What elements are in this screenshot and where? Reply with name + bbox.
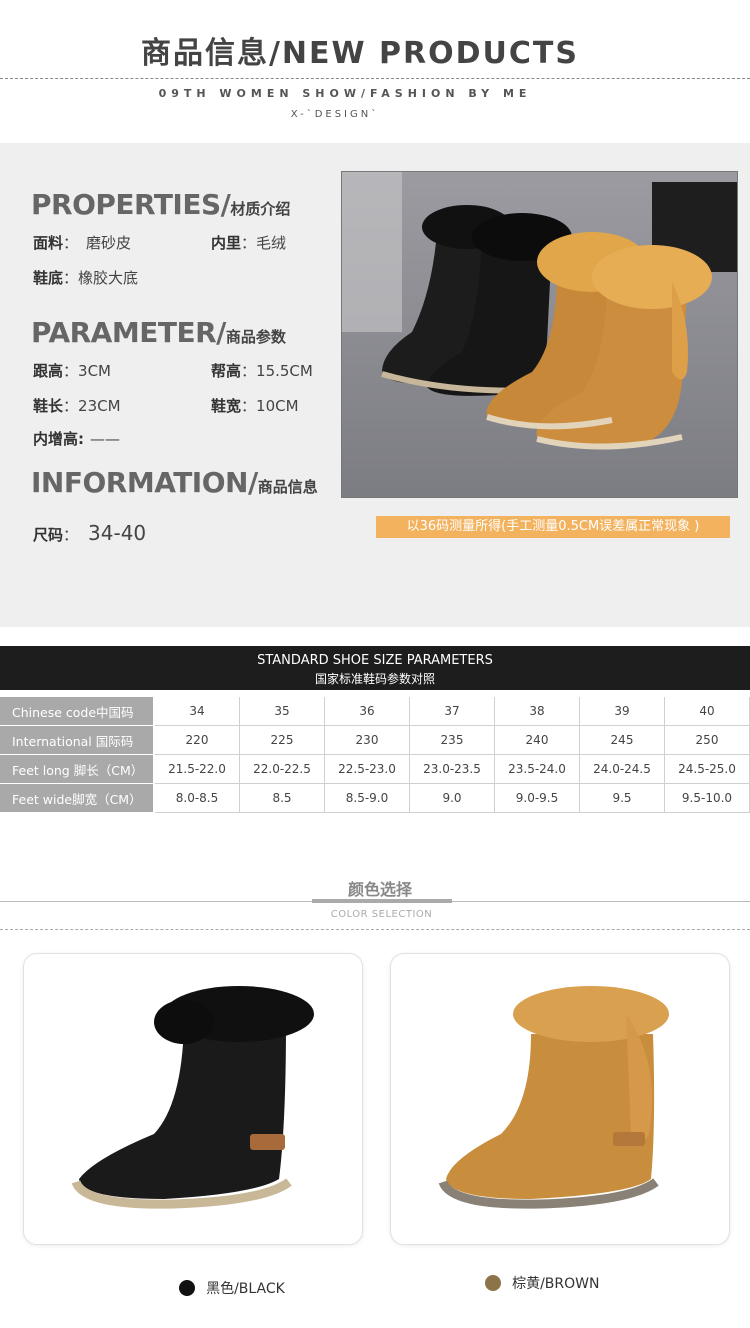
table-cell: 21.5-22.0: [155, 755, 240, 784]
information-heading: INFORMATION/商品信息: [31, 466, 318, 499]
width-row: 鞋宽：10CM: [211, 397, 299, 415]
table-cell: 220: [155, 726, 240, 755]
heel-height-row: 跟高：3CM: [33, 362, 111, 380]
table-row: Feet long 脚长（CM） 21.5-22.0 22.0-22.5 22.5-2…: [0, 755, 750, 784]
title-underline: [312, 899, 452, 903]
black-color-option[interactable]: 黑色/BLACK: [179, 1277, 285, 1298]
table-row: International 国际码 220 225 230 235 240 245 250: [0, 726, 750, 755]
material-row: 面料： 磨砂皮: [33, 234, 132, 252]
parameter-heading: PARAMETER/商品参数: [31, 316, 286, 349]
shaft-height-row: 帮高：15.5CM: [211, 362, 313, 380]
table-cell: 230: [325, 726, 410, 755]
subtitle: 09TH WOMEN SHOW/FASHION BY ME: [158, 87, 532, 100]
black-boot-image: [71, 986, 314, 1209]
table-cell: 34: [155, 697, 240, 726]
table-row: Chinese code中国码 34 35 36 37 38 39 40: [0, 697, 750, 726]
table-cell: 36: [325, 697, 410, 726]
row-label: Feet long 脚长（CM）: [0, 755, 155, 784]
row-label: Chinese code中国码: [0, 697, 155, 726]
table-cell: 40: [665, 697, 750, 726]
table-cell: 22.5-23.0: [325, 755, 410, 784]
table-cell: 235: [410, 726, 495, 755]
table-cell: 9.5-10.0: [665, 784, 750, 813]
brown-color-label: 棕黄/BROWN: [512, 1275, 600, 1292]
table-cell: 23.5-24.0: [495, 755, 580, 784]
size-range-row: 尺码： 34-40: [33, 521, 147, 545]
brown-swatch: [485, 1274, 501, 1291]
table-cell: 9.0: [410, 784, 495, 813]
table-cell: 225: [240, 726, 325, 755]
brown-boot-image: [438, 986, 669, 1209]
table-cell: 22.0-22.5: [240, 755, 325, 784]
table-cell: 38: [495, 697, 580, 726]
table-cell: 9.0-9.5: [495, 784, 580, 813]
sole-row: 鞋底：橡胶大底: [33, 269, 139, 287]
table-cell: 250: [665, 726, 750, 755]
properties-heading: PROPERTIES/材质介绍: [31, 188, 291, 221]
size-table-header: STANDARD SHOE SIZE PARAMETERS 国家标准鞋码参数对照: [0, 646, 750, 690]
table-cell: 9.5: [580, 784, 665, 813]
lining-row: 内里：毛绒: [211, 234, 287, 252]
table-cell: 240: [495, 726, 580, 755]
measurement-note: 以36码测量所得(手工测量0.5CM误差属正常现象 ): [376, 516, 730, 538]
table-cell: 37: [410, 697, 495, 726]
table-cell: 8.0-8.5: [155, 784, 240, 813]
divider: [0, 78, 750, 79]
table-cell: 39: [580, 697, 665, 726]
brown-color-option[interactable]: 棕黄/BROWN: [485, 1272, 599, 1293]
black-boot-card[interactable]: [23, 953, 363, 1245]
divider: [0, 929, 750, 930]
table-cell: 23.0-23.5: [410, 755, 495, 784]
brown-boot-card[interactable]: [390, 953, 730, 1245]
table-cell: 35: [240, 697, 325, 726]
black-swatch: [179, 1279, 195, 1296]
color-selection-subtitle: COLOR SELECTION: [330, 909, 433, 920]
page-title: 商品信息/NEW PRODUCTS: [140, 36, 580, 71]
color-selection-title: 颜色选择: [347, 880, 412, 899]
size-table-title-cn: 国家标准鞋码参数对照: [314, 672, 435, 686]
boots-photo-illustration: [342, 172, 737, 497]
length-row: 鞋长：23CM: [33, 397, 121, 415]
row-label: International 国际码: [0, 726, 155, 755]
table-row: Feet wide脚宽（CM） 8.0-8.5 8.5 8.5-9.0 9.0 9.0-9…: [0, 784, 750, 813]
table-cell: 8.5: [240, 784, 325, 813]
design-tagline: X-`DESIGN`: [290, 109, 380, 120]
table-cell: 24.0-24.5: [580, 755, 665, 784]
table-cell: 8.5-9.0: [325, 784, 410, 813]
product-photo: [341, 171, 738, 498]
table-cell: 24.5-25.0: [665, 755, 750, 784]
inner-height-row: 内增高: ——: [33, 430, 120, 448]
table-cell: 245: [580, 726, 665, 755]
black-color-label: 黑色/BLACK: [206, 1280, 285, 1297]
size-table-title-en: STANDARD SHOE SIZE PARAMETERS: [257, 653, 493, 668]
size-table: Chinese code中国码 34 35 36 37 38 39 40 Internation…: [0, 697, 750, 813]
row-label: Feet wide脚宽（CM）: [0, 784, 155, 813]
